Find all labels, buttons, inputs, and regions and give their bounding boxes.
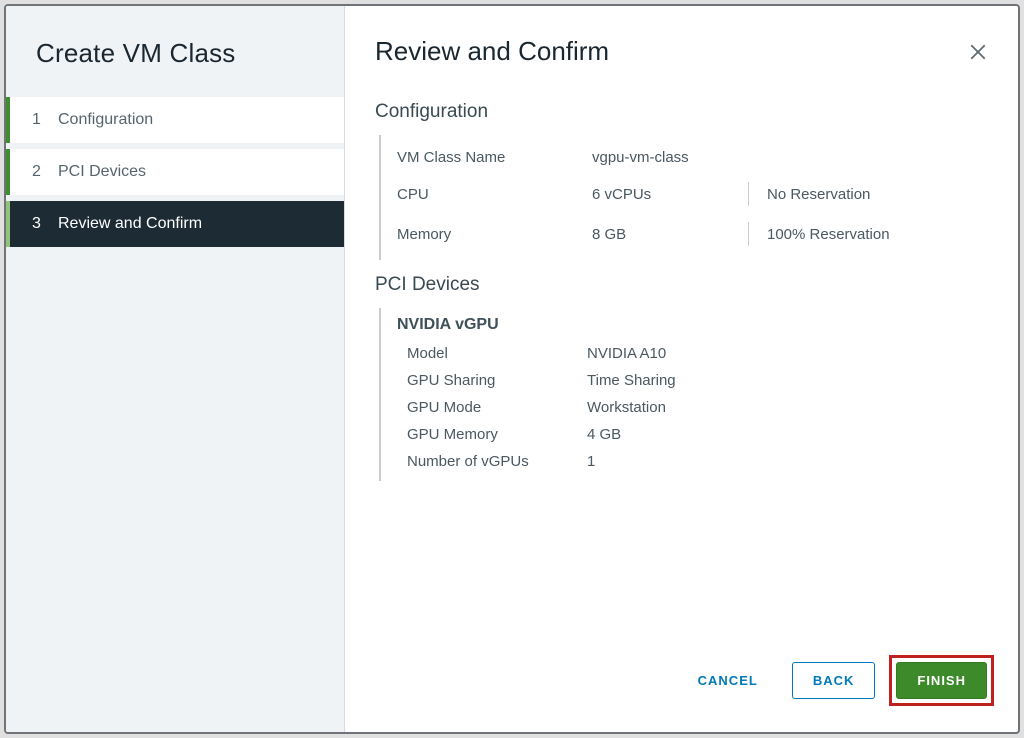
step-label: Configuration bbox=[58, 111, 153, 129]
label-cpu: CPU bbox=[397, 186, 592, 203]
value-gpu-memory: 4 GB bbox=[587, 426, 621, 443]
wizard-footer: CANCEL BACK FINISH bbox=[345, 633, 1018, 732]
divider bbox=[748, 222, 749, 246]
label-gpu-mode: GPU Mode bbox=[397, 399, 587, 416]
wizard-title: Create VM Class bbox=[6, 6, 344, 97]
pci-group-name: NVIDIA vGPU bbox=[397, 316, 988, 334]
wizard-steps: 1 Configuration 2 PCI Devices 3 Review a… bbox=[6, 97, 344, 247]
finish-button[interactable]: FINISH bbox=[896, 662, 987, 699]
review-content: Configuration VM Class Name vgpu-vm-clas… bbox=[345, 77, 1018, 633]
step-configuration[interactable]: 1 Configuration bbox=[6, 97, 344, 143]
row-vm-class-name: VM Class Name vgpu-vm-class bbox=[397, 141, 988, 174]
step-label: PCI Devices bbox=[58, 163, 146, 181]
create-vm-class-dialog: Create VM Class 1 Configuration 2 PCI De… bbox=[4, 4, 1020, 734]
step-pci-devices[interactable]: 2 PCI Devices bbox=[6, 149, 344, 195]
label-memory: Memory bbox=[397, 226, 592, 243]
value-vm-class-name: vgpu-vm-class bbox=[592, 149, 689, 166]
row-vgpu-count: Number of vGPUs 1 bbox=[397, 448, 988, 475]
row-gpu-mode: GPU Mode Workstation bbox=[397, 394, 988, 421]
page-title: Review and Confirm bbox=[375, 36, 609, 67]
label-gpu-model: Model bbox=[397, 345, 587, 362]
close-button[interactable] bbox=[968, 42, 988, 62]
wizard-sidebar: Create VM Class 1 Configuration 2 PCI De… bbox=[6, 6, 345, 732]
close-icon bbox=[969, 43, 987, 61]
main-header: Review and Confirm bbox=[345, 6, 1018, 77]
cancel-button[interactable]: CANCEL bbox=[678, 663, 778, 698]
value-gpu-model: NVIDIA A10 bbox=[587, 345, 666, 362]
finish-highlight: FINISH bbox=[889, 655, 994, 706]
label-vgpu-count: Number of vGPUs bbox=[397, 453, 587, 470]
label-gpu-memory: GPU Memory bbox=[397, 426, 587, 443]
value-vgpu-count: 1 bbox=[587, 453, 595, 470]
row-gpu-sharing: GPU Sharing Time Sharing bbox=[397, 367, 988, 394]
value-memory-reservation: 100% Reservation bbox=[767, 226, 890, 243]
step-number: 1 bbox=[32, 111, 44, 129]
value-gpu-mode: Workstation bbox=[587, 399, 666, 416]
step-number: 3 bbox=[32, 215, 44, 233]
row-cpu: CPU 6 vCPUs No Reservation bbox=[397, 174, 988, 214]
step-number: 2 bbox=[32, 163, 44, 181]
pci-block: NVIDIA vGPU Model NVIDIA A10 GPU Sharing… bbox=[379, 308, 988, 481]
wizard-main: Review and Confirm Configuration VM Clas… bbox=[345, 6, 1018, 732]
value-cpu: 6 vCPUs bbox=[592, 186, 742, 203]
step-label: Review and Confirm bbox=[58, 215, 202, 233]
section-heading-pci: PCI Devices bbox=[375, 274, 988, 296]
value-cpu-reservation: No Reservation bbox=[767, 186, 870, 203]
divider bbox=[748, 182, 749, 206]
configuration-block: VM Class Name vgpu-vm-class CPU 6 vCPUs … bbox=[379, 135, 988, 260]
value-gpu-sharing: Time Sharing bbox=[587, 372, 676, 389]
row-memory: Memory 8 GB 100% Reservation bbox=[397, 214, 988, 254]
label-gpu-sharing: GPU Sharing bbox=[397, 372, 587, 389]
back-button[interactable]: BACK bbox=[792, 662, 876, 699]
row-gpu-model: Model NVIDIA A10 bbox=[397, 340, 988, 367]
section-heading-configuration: Configuration bbox=[375, 101, 988, 123]
step-review-and-confirm[interactable]: 3 Review and Confirm bbox=[6, 201, 344, 247]
label-vm-class-name: VM Class Name bbox=[397, 149, 592, 166]
value-memory: 8 GB bbox=[592, 226, 742, 243]
row-gpu-memory: GPU Memory 4 GB bbox=[397, 421, 988, 448]
